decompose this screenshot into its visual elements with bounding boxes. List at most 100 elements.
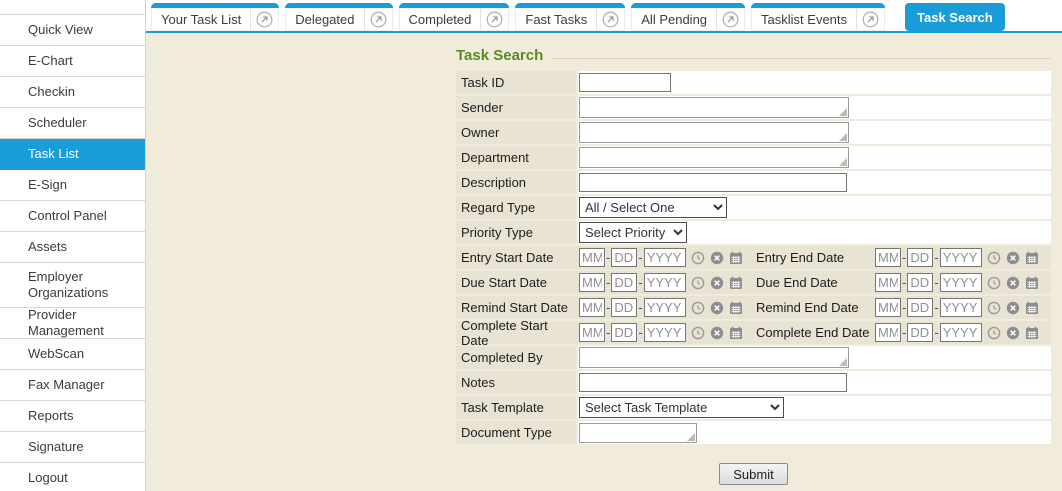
task-id-input[interactable] xyxy=(579,73,671,92)
sidebar-item-employer-organizations[interactable]: Employer Organizations xyxy=(0,263,145,308)
clear-icon[interactable] xyxy=(1006,301,1020,315)
tab-task-search[interactable]: Task Search xyxy=(905,3,1005,31)
calendar-icon[interactable] xyxy=(729,301,743,315)
tab-label: Completed xyxy=(400,12,481,27)
owner-textarea[interactable] xyxy=(579,122,849,143)
month-input[interactable] xyxy=(579,298,605,317)
day-input[interactable] xyxy=(611,273,637,292)
year-input[interactable] xyxy=(940,248,982,267)
tab-completed[interactable]: Completed xyxy=(399,3,510,31)
clear-icon[interactable] xyxy=(710,301,724,315)
sidebar-item-checkin[interactable]: Checkin xyxy=(0,77,145,108)
month-input[interactable] xyxy=(579,323,605,342)
sidebar-item-logout[interactable]: Logout xyxy=(0,463,145,491)
sidebar-item-assets[interactable]: Assets xyxy=(0,232,145,263)
form-row-department: Department xyxy=(456,146,1051,169)
popout-arrow-icon[interactable] xyxy=(481,11,508,28)
clock-icon[interactable] xyxy=(691,276,705,290)
sidebar-item-webscan[interactable]: WebScan xyxy=(0,339,145,370)
sidebar-item-signature[interactable]: Signature xyxy=(0,432,145,463)
popout-arrow-icon[interactable] xyxy=(717,11,744,28)
month-input[interactable] xyxy=(875,298,901,317)
year-input[interactable] xyxy=(644,273,686,292)
date-separator: - xyxy=(934,325,938,340)
year-input[interactable] xyxy=(940,298,982,317)
field-label: Remind Start Date xyxy=(456,296,576,319)
priority-type-select[interactable]: Select Priority xyxy=(579,222,687,243)
popout-arrow-icon[interactable] xyxy=(857,11,884,28)
day-input[interactable] xyxy=(907,298,933,317)
calendar-icon[interactable] xyxy=(729,251,743,265)
tab-all-pending[interactable]: All Pending xyxy=(631,3,745,31)
calendar-icon[interactable] xyxy=(1025,276,1039,290)
sidebar-item-control-panel[interactable]: Control Panel xyxy=(0,201,145,232)
task-template-select[interactable]: Select Task Template xyxy=(579,397,784,418)
tab-fast-tasks[interactable]: Fast Tasks xyxy=(515,3,625,31)
clear-icon[interactable] xyxy=(1006,276,1020,290)
regard-type-select[interactable]: All / Select One xyxy=(579,197,727,218)
sidebar-item-label: Scheduler xyxy=(28,115,87,131)
sidebar-item-e-chart[interactable]: E-Chart xyxy=(0,46,145,77)
month-input[interactable] xyxy=(875,323,901,342)
tab-tasklist-events[interactable]: Tasklist Events xyxy=(751,3,885,31)
day-input[interactable] xyxy=(907,323,933,342)
popout-arrow-icon[interactable] xyxy=(365,11,392,28)
sidebar-item-reports[interactable]: Reports xyxy=(0,401,145,432)
clock-icon[interactable] xyxy=(987,301,1001,315)
day-input[interactable] xyxy=(611,298,637,317)
clock-icon[interactable] xyxy=(987,276,1001,290)
sidebar-item-provider-management[interactable]: Provider Management xyxy=(0,308,145,339)
document-type-textarea[interactable] xyxy=(579,423,697,443)
sidebar-item-fax-manager[interactable]: Fax Manager xyxy=(0,370,145,401)
clear-icon[interactable] xyxy=(710,326,724,340)
tab-your-task-list[interactable]: Your Task List xyxy=(151,3,279,31)
year-input[interactable] xyxy=(940,323,982,342)
year-input[interactable] xyxy=(644,248,686,267)
day-input[interactable] xyxy=(611,248,637,267)
clear-icon[interactable] xyxy=(710,276,724,290)
notes-input[interactable] xyxy=(579,373,847,392)
sidebar-item-e-sign[interactable]: E-Sign xyxy=(0,170,145,201)
day-input[interactable] xyxy=(907,273,933,292)
field-label: Entry Start Date xyxy=(456,246,576,269)
year-input[interactable] xyxy=(940,273,982,292)
clear-icon[interactable] xyxy=(1006,251,1020,265)
popout-arrow-icon[interactable] xyxy=(597,11,624,28)
calendar-icon[interactable] xyxy=(729,276,743,290)
popout-arrow-icon[interactable] xyxy=(251,11,278,28)
completed-by-textarea[interactable] xyxy=(579,347,849,368)
year-input[interactable] xyxy=(644,323,686,342)
field-label: Priority Type xyxy=(456,221,576,244)
month-input[interactable] xyxy=(875,273,901,292)
calendar-icon[interactable] xyxy=(1025,326,1039,340)
sidebar-item-label: Logout xyxy=(28,470,68,486)
description-input[interactable] xyxy=(579,173,847,192)
department-textarea[interactable] xyxy=(579,147,849,168)
clear-icon[interactable] xyxy=(710,251,724,265)
month-input[interactable] xyxy=(579,248,605,267)
sidebar-item-label: Quick View xyxy=(28,22,93,38)
submit-button[interactable]: Submit xyxy=(719,463,787,485)
month-input[interactable] xyxy=(875,248,901,267)
calendar-icon[interactable] xyxy=(729,326,743,340)
day-input[interactable] xyxy=(907,248,933,267)
tab-delegated[interactable]: Delegated xyxy=(285,3,392,31)
sidebar-item-scheduler[interactable]: Scheduler xyxy=(0,108,145,139)
sidebar-item-task-list[interactable]: Task List xyxy=(0,139,145,170)
field-label: Complete Start Date xyxy=(456,321,576,344)
sidebar-divider xyxy=(0,0,145,15)
month-input[interactable] xyxy=(579,273,605,292)
calendar-icon[interactable] xyxy=(1025,301,1039,315)
clock-icon[interactable] xyxy=(987,326,1001,340)
clock-icon[interactable] xyxy=(691,251,705,265)
clock-icon[interactable] xyxy=(987,251,1001,265)
year-input[interactable] xyxy=(644,298,686,317)
sidebar-item-quick-view[interactable]: Quick View xyxy=(0,15,145,46)
day-input[interactable] xyxy=(611,323,637,342)
clear-icon[interactable] xyxy=(1006,326,1020,340)
calendar-icon[interactable] xyxy=(1025,251,1039,265)
tab-label: Task Search xyxy=(917,10,993,25)
clock-icon[interactable] xyxy=(691,326,705,340)
sender-textarea[interactable] xyxy=(579,97,849,118)
clock-icon[interactable] xyxy=(691,301,705,315)
